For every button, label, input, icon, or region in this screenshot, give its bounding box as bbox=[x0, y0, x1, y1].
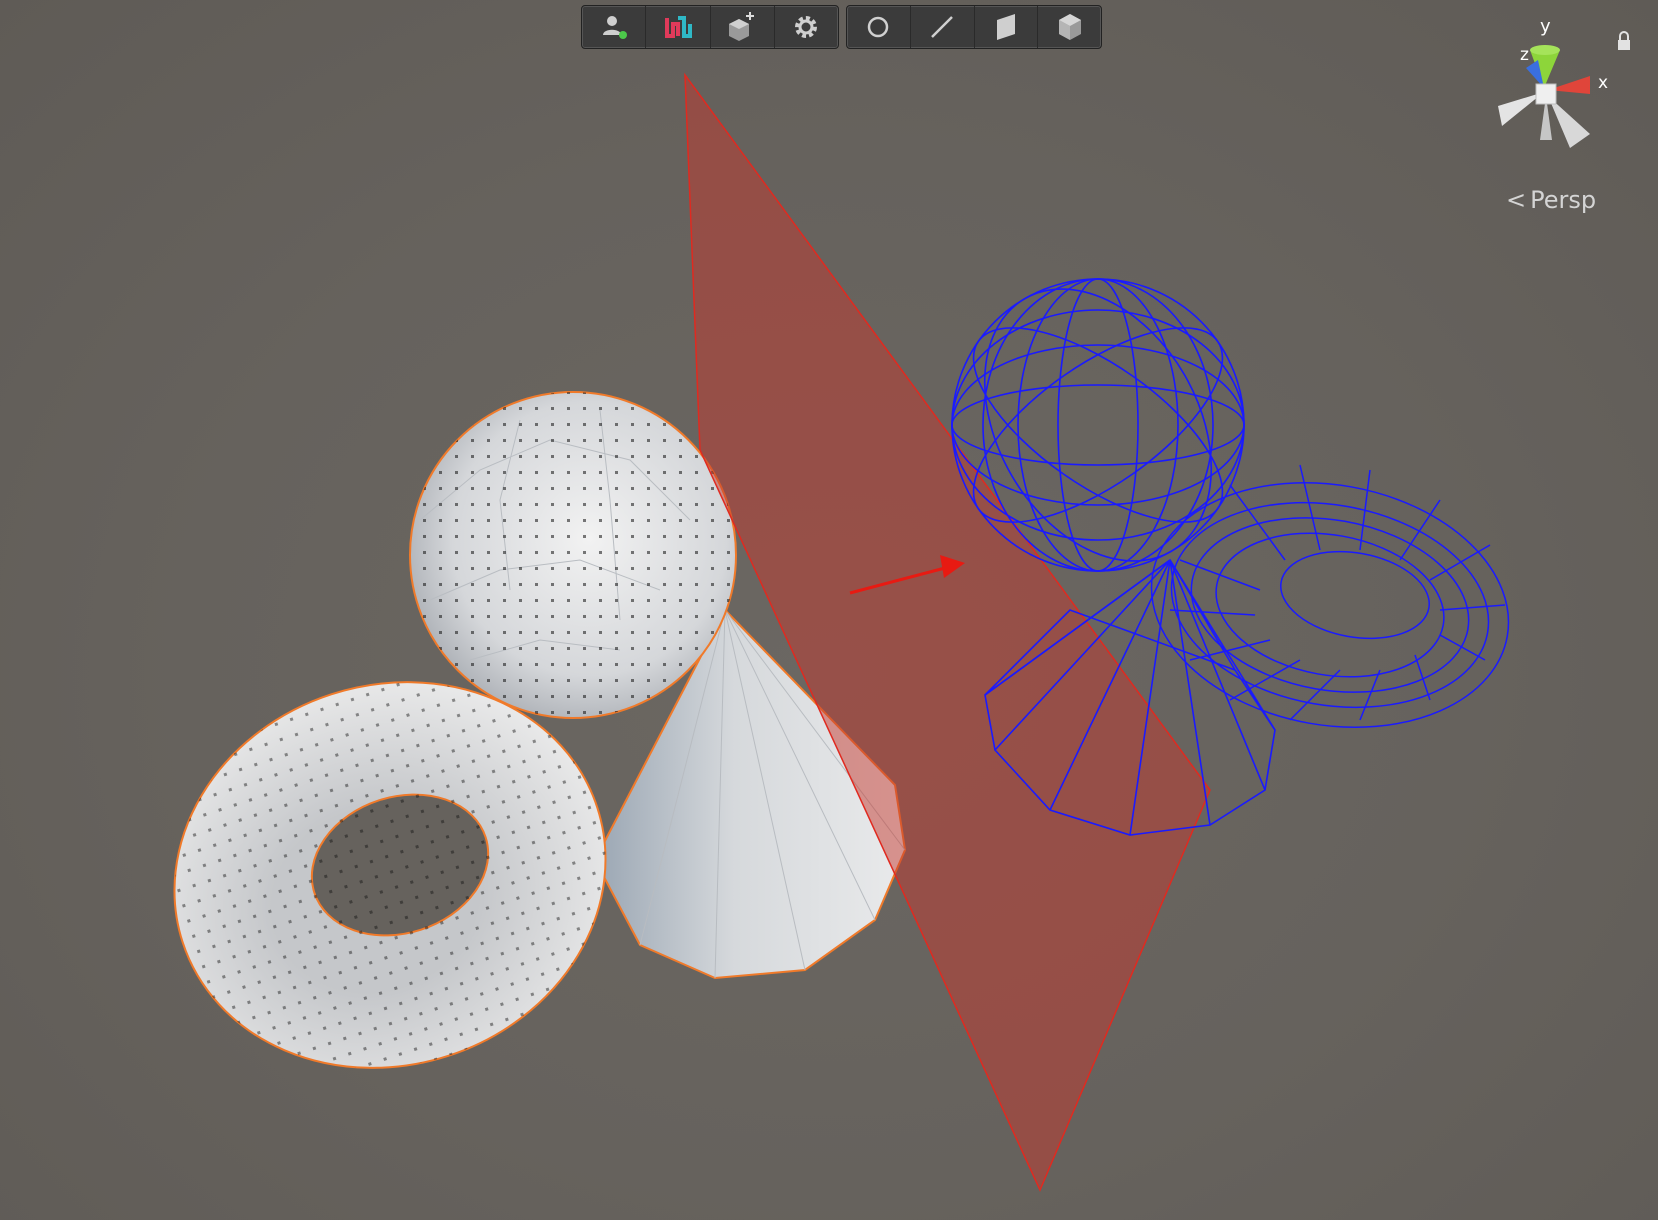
gizmo-label-y: y bbox=[1540, 18, 1551, 37]
gizmo-label-z: z bbox=[1520, 45, 1529, 65]
vertex-select-icon bbox=[868, 16, 889, 38]
edge-select-icon bbox=[931, 16, 954, 38]
new-shape-icon bbox=[729, 12, 755, 41]
vertex-select-button[interactable] bbox=[847, 6, 911, 48]
probuilder-toolbar bbox=[581, 5, 839, 49]
scene-viewport[interactable]: y z x < Persp bbox=[0, 0, 1658, 1220]
selection-mode-toolbar bbox=[846, 5, 1102, 49]
settings-button[interactable] bbox=[775, 6, 838, 48]
scene-canvas bbox=[173, 72, 1528, 1192]
sphere-mesh[interactable] bbox=[409, 391, 737, 719]
user-presence-icon bbox=[602, 16, 627, 39]
lock-icon[interactable] bbox=[1615, 30, 1633, 52]
new-shape-button[interactable] bbox=[711, 6, 775, 48]
object-select-icon bbox=[1058, 14, 1081, 40]
object-select-button[interactable] bbox=[1038, 6, 1101, 48]
face-select-button[interactable] bbox=[975, 6, 1039, 48]
settings-gear-icon bbox=[795, 16, 818, 38]
projection-label: Persp bbox=[1530, 186, 1597, 214]
gizmo-center-cube[interactable] bbox=[1535, 83, 1557, 105]
wireframe-torus[interactable] bbox=[1132, 456, 1528, 755]
chevron-left-icon: < bbox=[1506, 186, 1527, 214]
user-presence-button[interactable] bbox=[582, 6, 647, 48]
face-select-icon bbox=[996, 14, 1015, 40]
probuilder-button[interactable] bbox=[646, 6, 711, 48]
orientation-gizmo[interactable]: y z x bbox=[1490, 18, 1630, 168]
gizmo-label-x: x bbox=[1598, 73, 1608, 93]
probuilder-logo-icon bbox=[664, 16, 692, 38]
edge-select-button[interactable] bbox=[911, 6, 975, 48]
projection-toggle[interactable]: < Persp bbox=[1506, 186, 1596, 214]
